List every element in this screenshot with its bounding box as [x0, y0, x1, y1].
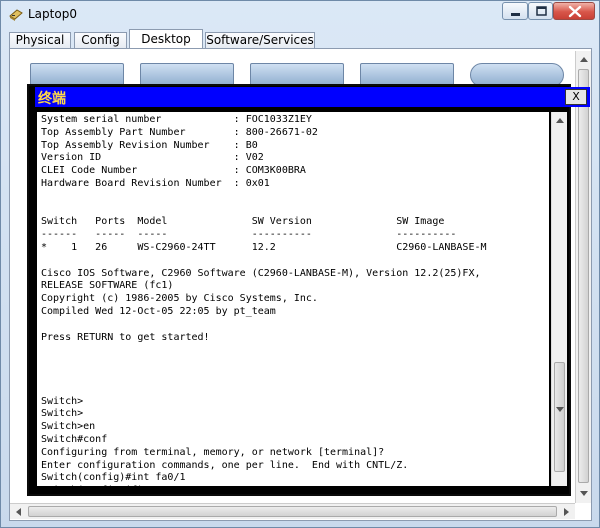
terminal-line: Switch>: [41, 408, 84, 420]
scrollbar-thumb[interactable]: [578, 69, 589, 483]
terminal-line: Top Assembly Revision Number : B0: [41, 139, 258, 151]
scrollbar-thumb[interactable]: [28, 506, 557, 517]
terminal-line: ------ ----- ----- ---------- ----------: [41, 229, 457, 241]
maximize-button[interactable]: [528, 2, 553, 20]
terminal-line: Compiled Wed 12-Oct-05 22:05 by pt_team: [41, 305, 276, 317]
terminal-line: RELEASE SOFTWARE (fc1): [41, 280, 174, 292]
terminal-scrollbar[interactable]: [551, 112, 567, 486]
desktop-vertical-scrollbar[interactable]: [575, 51, 591, 503]
tab-software-services[interactable]: Software/Services: [205, 32, 315, 48]
terminal-line: CLEI Code Number : COM3K00BRA: [41, 165, 306, 177]
terminal-output[interactable]: System serial number : FOC1033Z1EY Top As…: [37, 112, 549, 486]
scroll-up-icon[interactable]: [552, 113, 568, 129]
terminal-line: Switch Ports Model SW Version SW Image: [41, 216, 445, 228]
terminal-title: 终端: [38, 91, 66, 107]
window-titlebar[interactable]: Laptop0: [1, 1, 599, 27]
terminal-line: Copyright (c) 1986-2005 by Cisco Systems…: [41, 293, 318, 305]
close-icon: [568, 5, 582, 18]
terminal-line: System serial number : FOC1033Z1EY: [41, 114, 312, 125]
terminal-close-button[interactable]: X: [565, 89, 587, 105]
terminal-text: System serial number : FOC1033Z1EY Top As…: [41, 114, 487, 486]
terminal-line: Switch#conf: [41, 433, 108, 445]
terminal-titlebar[interactable]: 终端 X: [35, 87, 590, 107]
terminal-line: Switch(config)#int fa0/1: [41, 472, 186, 484]
scroll-up-icon[interactable]: [576, 52, 592, 68]
terminal-line: * 1 26 WS-C2960-24TT 12.2 C2960-LANBASE-…: [41, 241, 487, 253]
minimize-button[interactable]: [502, 2, 528, 20]
terminal-line: Cisco IOS Software, C2960 Software (C296…: [41, 267, 481, 279]
terminal-line: Press RETURN to get started!: [41, 331, 210, 343]
tab-desktop[interactable]: Desktop: [129, 29, 203, 49]
desktop-horizontal-scrollbar[interactable]: [10, 503, 575, 519]
terminal-line: Hardware Board Revision Number : 0x01: [41, 177, 270, 189]
laptop-app-icon: [8, 6, 24, 22]
scroll-left-icon[interactable]: [11, 504, 27, 520]
window-title: Laptop0: [28, 7, 77, 21]
terminal-line: Version ID : V02: [41, 152, 264, 164]
terminal-line: Switch>: [41, 395, 84, 407]
close-button[interactable]: [553, 2, 595, 20]
scroll-right-icon[interactable]: [558, 504, 574, 520]
tab-physical[interactable]: Physical: [9, 32, 71, 48]
terminal-window: 终端 X System serial number : FOC1033Z1EY T…: [27, 84, 590, 496]
terminal-line: Switch(config-if)#: [41, 485, 487, 486]
scroll-down-icon[interactable]: [576, 485, 592, 501]
maximize-icon: [536, 6, 547, 16]
terminal-line: Top Assembly Part Number : 800-26671-02: [41, 126, 318, 138]
terminal-line: Enter configuration commands, one per li…: [41, 459, 409, 471]
minimize-icon: [511, 13, 520, 16]
tab-config[interactable]: Config: [74, 32, 127, 48]
scroll-down-icon[interactable]: [552, 401, 568, 417]
laptop-window: Laptop0 Physical Config Desktop Software…: [0, 0, 600, 528]
terminal-line: Switch>en: [41, 421, 96, 433]
terminal-line: Configuring from terminal, memory, or ne…: [41, 446, 385, 458]
scrollbar-thumb[interactable]: [554, 362, 565, 472]
